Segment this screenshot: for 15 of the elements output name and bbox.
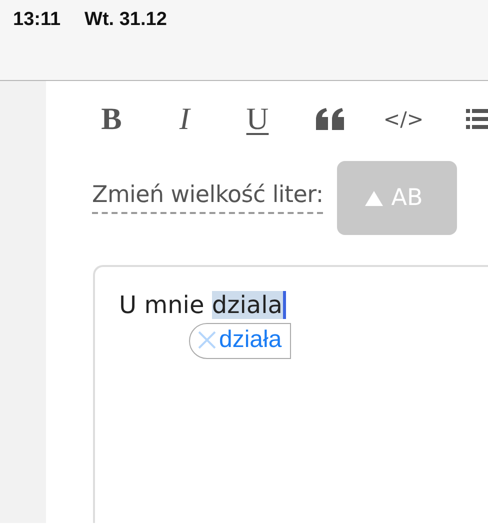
italic-button[interactable]: I bbox=[148, 99, 221, 139]
date-text: Wt. 31.12 bbox=[84, 8, 167, 32]
text-editor[interactable]: U mnie dziala działa bbox=[93, 265, 488, 523]
autocorrect-suggestion[interactable]: działa bbox=[189, 323, 291, 359]
close-icon bbox=[198, 331, 216, 349]
editor-text: U mnie bbox=[119, 291, 206, 319]
selected-text: dziala bbox=[212, 291, 286, 319]
underline-button[interactable]: U bbox=[221, 99, 294, 139]
list-icon bbox=[466, 108, 488, 130]
bold-button[interactable]: B bbox=[75, 99, 148, 139]
quote-icon bbox=[316, 108, 346, 130]
clock-time: 13:11 bbox=[13, 8, 61, 32]
code-button[interactable]: </> bbox=[367, 99, 440, 139]
case-change-label: Zmień wielkość liter: bbox=[92, 182, 324, 214]
triangle-up-icon bbox=[365, 190, 384, 206]
